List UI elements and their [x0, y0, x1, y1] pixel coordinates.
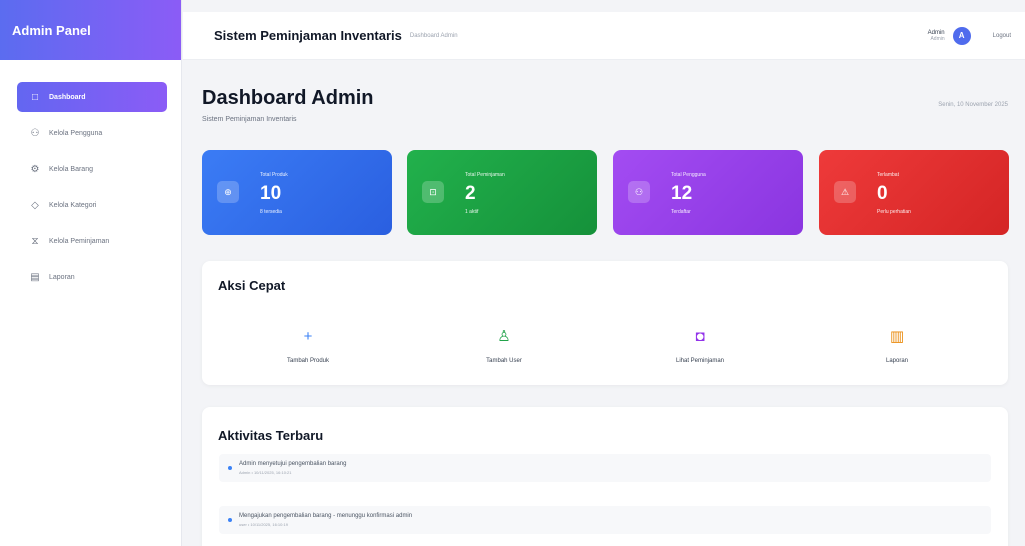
users-icon: ⚇ — [628, 181, 650, 203]
stat-card-total-pengguna: ⚇ Total Pengguna 12 Terdaftar — [613, 150, 803, 235]
stat-card-total-peminjaman: ⊡ Total Peminjaman 2 1 aktif — [407, 150, 597, 235]
user-role: Admin — [930, 35, 945, 42]
quick-actions-card: Aksi Cepat + Tambah Produk ♙ Tambah User… — [202, 261, 1008, 385]
quick-action-laporan[interactable]: ▥ Laporan — [807, 321, 987, 385]
recent-activity-title: Aktivitas Terbaru — [218, 428, 324, 443]
stat-note: Perlu perhatian — [877, 209, 911, 215]
sidebar-item-kelola-pengguna[interactable]: ⚇ Kelola Pengguna — [17, 118, 167, 148]
users-icon: ⚇ — [30, 127, 40, 139]
quick-action-tambah-user[interactable]: ♙ Tambah User — [414, 321, 594, 385]
quick-action-label: Lihat Peminjaman — [675, 358, 725, 364]
stat-note: Terdaftar — [671, 209, 691, 215]
plus-icon: + — [303, 328, 313, 345]
clipboard-icon: ⊡ — [422, 181, 444, 203]
avatar[interactable]: A — [952, 26, 971, 45]
recent-activity-card: Aktivitas Terbaru Admin menyetujui penge… — [202, 407, 1008, 546]
quick-action-tambah-produk[interactable]: + Tambah Produk — [218, 321, 398, 385]
stat-label: Total Peminjaman — [465, 172, 505, 178]
activity-meta: Admin • 10/11/2025, 16:10:21 — [239, 470, 292, 475]
quick-action-label: Laporan — [885, 358, 909, 364]
bullet-dot — [228, 466, 232, 470]
stat-value: 0 — [877, 183, 888, 204]
sidebar-item-label: Laporan — [49, 273, 75, 281]
brand-title: Admin Panel — [0, 0, 181, 60]
sidebar-item-dashboard[interactable]: □ Dashboard — [17, 82, 167, 112]
stat-label: Total Produk — [260, 172, 288, 178]
bar-chart-icon: ▥ — [889, 328, 905, 345]
dashboard-icon: □ — [31, 91, 39, 103]
warning-icon: ⚠ — [834, 181, 856, 203]
clipboard-icon: ⧖ — [31, 235, 39, 247]
page-title: Dashboard Admin — [202, 87, 374, 109]
quick-actions-title: Aksi Cepat — [218, 278, 286, 293]
page-subtitle: Sistem Peminjaman Inventaris — [202, 116, 297, 123]
stat-label: Total Pengguna — [671, 172, 706, 178]
user-info: Admin Admin — [928, 30, 945, 42]
activity-item: Mengajukan pengembalian barang - menungg… — [219, 506, 991, 534]
sidebar: Admin Panel □ Dashboard ⚇ Kelola Penggun… — [0, 0, 182, 546]
sidebar-item-label: Kelola Pengguna — [49, 129, 103, 137]
box-icon: ⚙ — [30, 163, 40, 175]
user-icon: ♙ — [497, 328, 511, 345]
app-title: Sistem Peminjaman Inventaris — [214, 28, 402, 43]
quick-action-lihat-peminjaman[interactable]: ◘ Lihat Peminjaman — [610, 321, 790, 385]
sidebar-item-label: Dashboard — [49, 93, 86, 101]
activity-text: Mengajukan pengembalian barang - menungg… — [239, 513, 413, 519]
activity-item: Admin menyetujui pengembalian barang Adm… — [219, 454, 991, 482]
activity-text: Admin menyetujui pengembalian barang — [239, 461, 347, 467]
quick-action-label: Tambah Produk — [286, 358, 330, 364]
sidebar-item-kelola-barang[interactable]: ⚙ Kelola Barang — [17, 154, 167, 184]
sidebar-item-laporan[interactable]: ▤ Laporan — [17, 262, 167, 292]
box-icon: ⊕ — [217, 181, 239, 203]
bullet-dot — [228, 518, 232, 522]
header-subtitle: Dashboard Admin — [409, 32, 458, 39]
stat-note: 1 aktif — [465, 209, 479, 215]
sidebar-item-label: Kelola Peminjaman — [49, 237, 110, 245]
stat-value: 2 — [465, 183, 476, 204]
quick-action-label: Tambah User — [486, 358, 522, 364]
stat-card-total-produk: ⊕ Total Produk 10 8 tersedia — [202, 150, 392, 235]
stat-value: 12 — [671, 183, 693, 204]
page-date: Senin, 10 November 2025 — [938, 102, 1008, 108]
logout-button[interactable]: Logout — [993, 33, 1011, 39]
stat-card-terlambat: ⚠ Terlambat 0 Perlu perhatian — [819, 150, 1009, 235]
clipboard-icon: ◘ — [695, 328, 705, 345]
stat-label: Terlambat — [877, 172, 899, 178]
stat-value: 10 — [260, 183, 282, 204]
user-name: Admin — [927, 29, 945, 36]
topbar: Sistem Peminjaman Inventaris Dashboard A… — [183, 12, 1025, 60]
sidebar-item-label: Kelola Kategori — [49, 201, 97, 209]
user-area: Admin Admin A Logout — [928, 26, 1011, 45]
activity-meta: user • 10/11/2025, 16:10:19 — [239, 522, 288, 527]
stat-note: 8 tersedia — [260, 209, 282, 215]
sidebar-nav: □ Dashboard ⚇ Kelola Pengguna ⚙ Kelola B… — [0, 60, 181, 292]
sidebar-item-kelola-kategori[interactable]: ◇ Kelola Kategori — [17, 190, 167, 220]
sidebar-item-kelola-peminjaman[interactable]: ⧖ Kelola Peminjaman — [17, 226, 167, 256]
report-icon: ▤ — [30, 271, 40, 283]
sidebar-item-label: Kelola Barang — [49, 165, 93, 173]
tag-icon: ◇ — [31, 199, 39, 211]
